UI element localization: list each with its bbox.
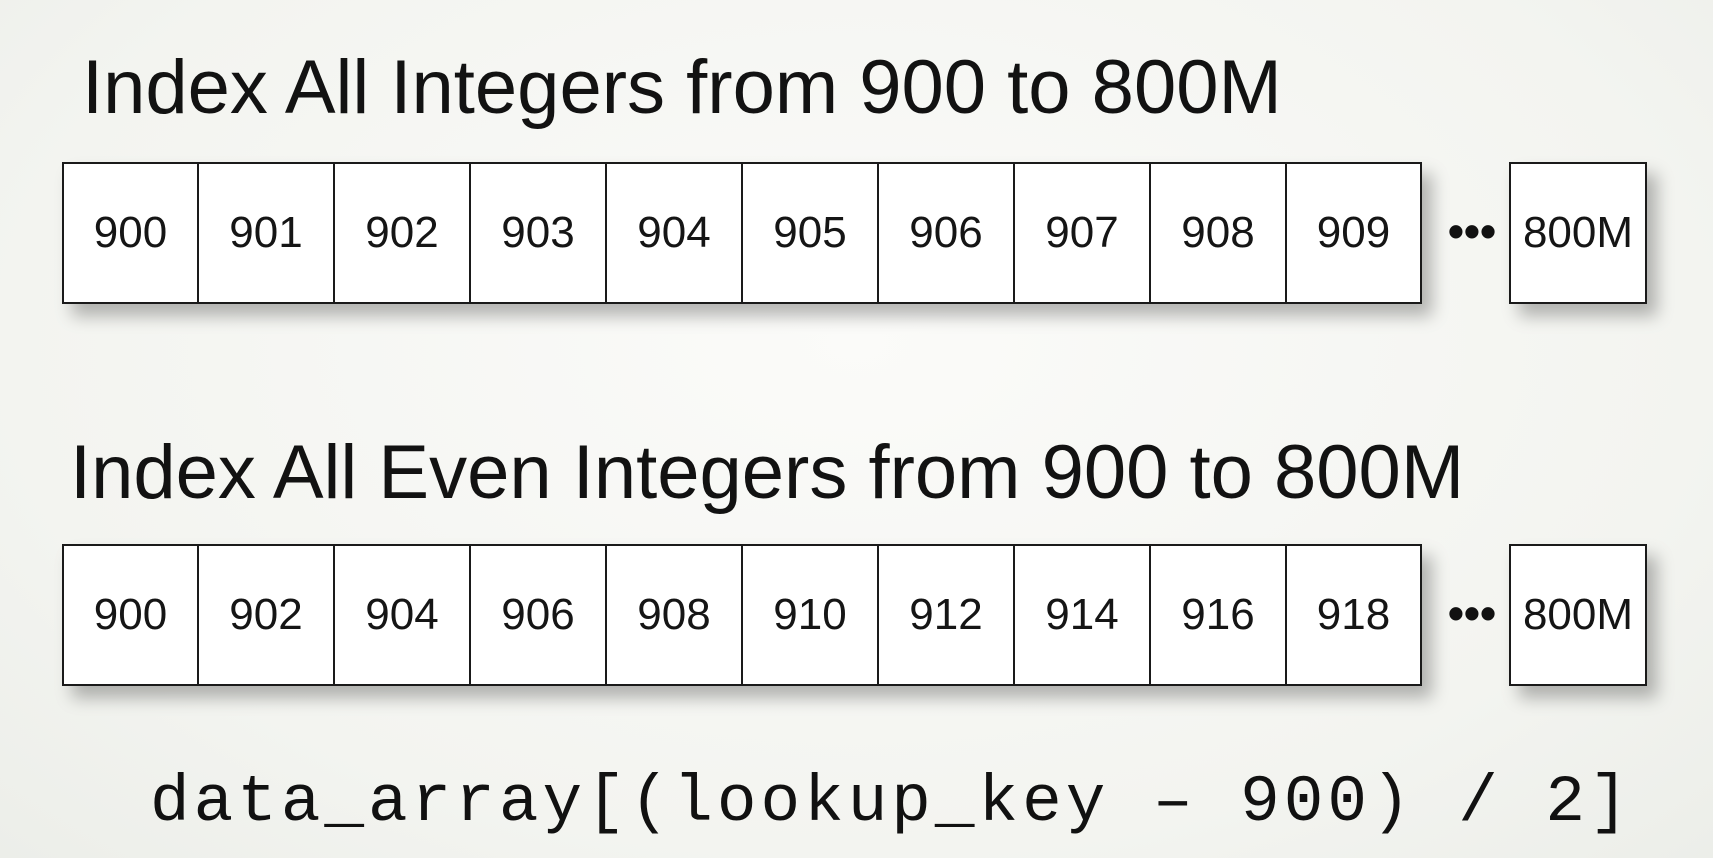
array-last-cell: 800M bbox=[1509, 544, 1647, 686]
array-cell: 918 bbox=[1286, 544, 1422, 686]
array-cell: 902 bbox=[334, 162, 470, 304]
array-cell: 900 bbox=[62, 544, 198, 686]
array-cell: 910 bbox=[742, 544, 878, 686]
slide: Index All Integers from 900 to 800M 900 … bbox=[0, 0, 1713, 858]
array-cell: 903 bbox=[470, 162, 606, 304]
array-cell: 904 bbox=[606, 162, 742, 304]
lookup-formula: data_array[(lookup_key – 900) / 2] bbox=[150, 765, 1633, 840]
array-cell: 906 bbox=[878, 162, 1014, 304]
array-cell: 906 bbox=[470, 544, 606, 686]
array-cell: 904 bbox=[334, 544, 470, 686]
array-cell: 916 bbox=[1150, 544, 1286, 686]
array-cell: 908 bbox=[606, 544, 742, 686]
section2-title: Index All Even Integers from 900 to 800M bbox=[70, 430, 1465, 515]
array-cell: 902 bbox=[198, 544, 334, 686]
array-cell: 912 bbox=[878, 544, 1014, 686]
array-cell: 909 bbox=[1286, 162, 1422, 304]
section1-title: Index All Integers from 900 to 800M bbox=[82, 45, 1282, 130]
array-last-cell: 800M bbox=[1509, 162, 1647, 304]
even-integers-array: 900 902 904 906 908 910 912 914 916 918 bbox=[62, 544, 1422, 686]
array-ellipsis: ••• bbox=[1447, 587, 1497, 639]
array-cell: 908 bbox=[1150, 162, 1286, 304]
array-cell: 914 bbox=[1014, 544, 1150, 686]
array-cell: 900 bbox=[62, 162, 198, 304]
integers-array: 900 901 902 903 904 905 906 907 908 909 bbox=[62, 162, 1422, 304]
array-cell: 901 bbox=[198, 162, 334, 304]
array-cell: 905 bbox=[742, 162, 878, 304]
array-ellipsis: ••• bbox=[1447, 205, 1497, 257]
array-cell: 907 bbox=[1014, 162, 1150, 304]
